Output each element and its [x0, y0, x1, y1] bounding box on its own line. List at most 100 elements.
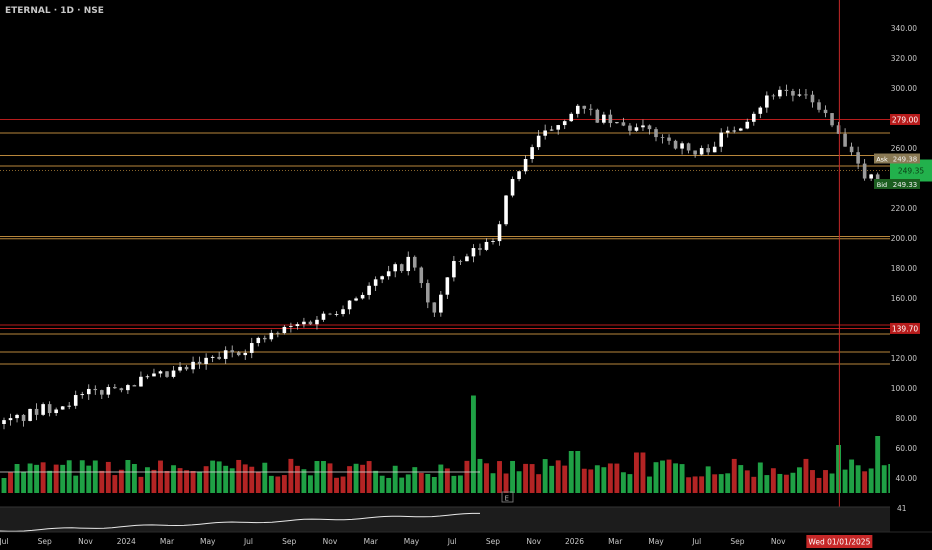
volume-bar — [281, 475, 287, 493]
volume-bar — [803, 458, 809, 493]
x-tick-label: 2026 — [565, 537, 584, 546]
volume-bar — [823, 470, 828, 493]
ask-prefix-text: Ask — [876, 156, 888, 164]
candle-body — [373, 279, 378, 286]
candle-body — [628, 125, 632, 131]
candle-body — [745, 121, 750, 129]
candle-body — [680, 143, 684, 149]
volume-bar — [679, 464, 685, 493]
indicator-value-label: 41 — [897, 504, 907, 513]
candle-body — [823, 109, 828, 114]
x-tick-label: Jul — [691, 537, 701, 546]
candle-body — [458, 261, 463, 262]
candle-body — [667, 137, 671, 141]
candle-body — [752, 113, 756, 122]
volume-bar — [810, 470, 815, 493]
candle-body — [491, 241, 495, 242]
volume-bar — [216, 461, 222, 493]
candle-body — [406, 256, 411, 272]
y-tick-label: 80.00 — [896, 414, 918, 423]
candle-body — [693, 150, 697, 155]
volume-bar — [47, 470, 53, 493]
candle-body — [765, 95, 769, 108]
volume-bar — [464, 460, 470, 493]
candle-body — [543, 130, 547, 136]
candle-body — [386, 271, 391, 277]
chart-title: ETERNAL · 1D · NSE — [5, 6, 104, 16]
indicator-pane-background — [0, 507, 890, 532]
candle-body — [302, 321, 306, 325]
volume-bar — [151, 469, 157, 493]
volume-bar — [731, 458, 737, 493]
volume-bar — [334, 477, 339, 493]
x-tick-label: Sep — [730, 537, 744, 546]
candle-body — [445, 277, 450, 295]
volume-bar — [790, 472, 796, 493]
candle-body — [54, 409, 58, 414]
volume-bar — [712, 474, 718, 493]
candle-body — [191, 361, 195, 370]
candle-body — [86, 388, 91, 395]
volume-bar — [438, 464, 444, 493]
candle-body — [315, 319, 319, 325]
volume-bar — [262, 462, 268, 493]
volume-bar — [842, 469, 848, 493]
candle-body — [478, 248, 482, 250]
candle-body — [308, 321, 313, 325]
candle-body — [582, 105, 587, 109]
candle-body — [725, 130, 730, 133]
volume-bar — [125, 460, 131, 493]
price-label-text: 139.70 — [892, 324, 918, 333]
candle-body — [556, 125, 560, 130]
volume-bar — [660, 460, 665, 493]
volume-bar — [210, 460, 216, 493]
volume-bar — [307, 475, 313, 493]
candle-body — [791, 90, 795, 96]
volume-bar — [549, 465, 555, 493]
candle-body — [165, 371, 169, 377]
candle-body — [654, 129, 658, 138]
candle-body — [217, 356, 221, 359]
volume-bar — [21, 471, 27, 493]
volume-bar — [405, 474, 411, 493]
x-tick-label: Mar — [608, 537, 623, 546]
volume-bar — [490, 473, 496, 493]
volume-bar — [353, 463, 359, 493]
x-tick-label: Sep — [38, 537, 52, 546]
volume-bar — [34, 464, 40, 493]
candle-body — [139, 376, 143, 387]
volume-bar — [477, 458, 483, 493]
candle-body — [471, 248, 476, 257]
volume-bar — [79, 460, 85, 493]
volume-bar — [484, 463, 489, 493]
candle-body — [510, 179, 515, 196]
volume-bar — [392, 465, 398, 493]
x-tick-label: Jul — [243, 537, 253, 546]
y-tick-label: 220.00 — [891, 204, 917, 213]
volume-bar — [73, 475, 79, 493]
bid-price-text: 249.33 — [893, 181, 918, 189]
price-label-text: 279.00 — [892, 116, 918, 125]
candle-body — [113, 387, 117, 389]
volume-bar — [868, 468, 874, 493]
volume-bar — [770, 468, 776, 493]
volume-bar — [516, 471, 522, 493]
volume-bar — [751, 476, 757, 493]
candle-body — [699, 148, 704, 155]
volume-bar — [640, 452, 646, 493]
bid-prefix-text: Bid — [877, 181, 887, 189]
candle-body — [2, 420, 6, 424]
candle-body — [412, 256, 417, 268]
x-tick-label: Jul — [447, 537, 457, 546]
candle-body — [452, 261, 456, 278]
y-tick-label: 300.00 — [891, 84, 917, 93]
chart-svg[interactable]: E 340.00320.00300.00280.00260.00240.0022… — [0, 0, 932, 550]
volume-bar — [190, 471, 196, 493]
volume-bar — [777, 473, 783, 493]
volume-bar — [705, 466, 711, 493]
candle-body — [647, 125, 652, 130]
candle-body — [817, 102, 821, 110]
candle-body — [269, 332, 274, 340]
chart-root: E 340.00320.00300.00280.00260.00240.0022… — [0, 0, 932, 550]
candle-body — [569, 113, 574, 122]
